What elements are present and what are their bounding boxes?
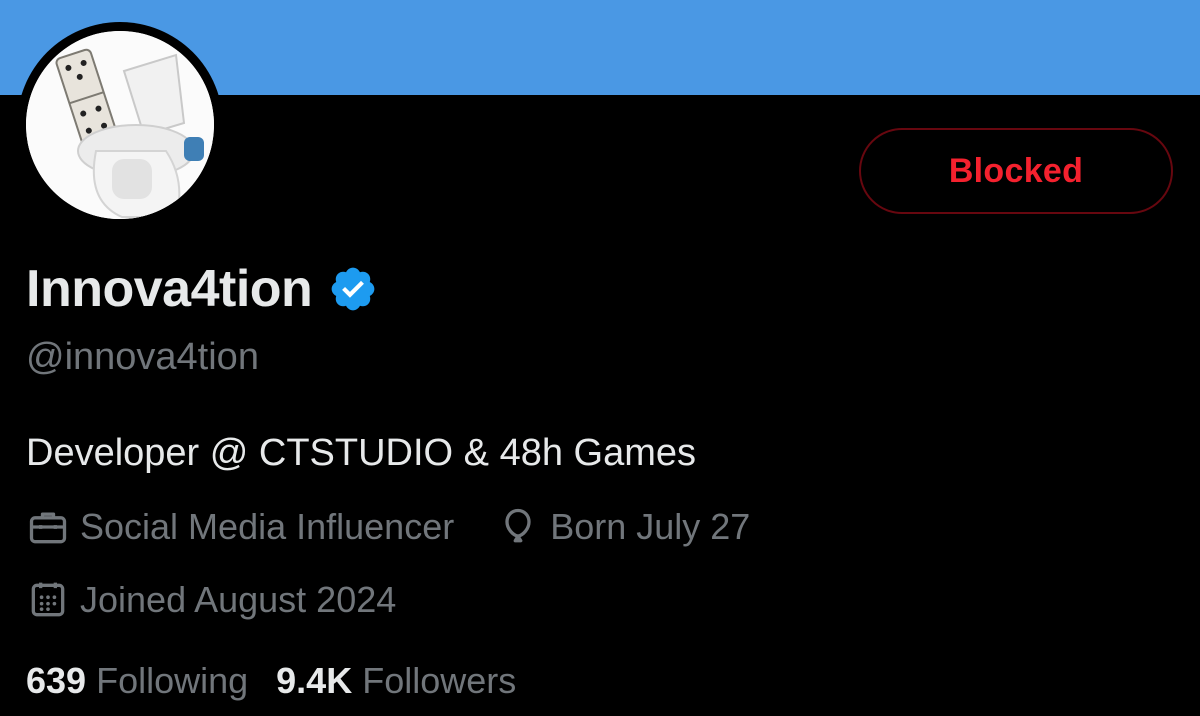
followers-count: 9.4K (276, 660, 353, 701)
joined-row: Joined August 2024 (26, 578, 396, 622)
followers-link[interactable]: 9.4K Followers (276, 660, 516, 702)
avatar-image (26, 31, 214, 219)
birthday-item: Born July 27 (496, 505, 750, 549)
avatar[interactable] (17, 22, 223, 228)
display-name: Innova4tion (26, 260, 313, 318)
following-count: 639 (26, 660, 87, 701)
calendar-icon (26, 578, 70, 622)
following-link[interactable]: 639 Following (26, 660, 248, 702)
display-name-row: Innova4tion (26, 254, 378, 324)
joined-text: Joined August 2024 (80, 579, 397, 620)
following-label: Following (96, 660, 249, 701)
follow-stats: 639 Following 9.4K Followers (26, 660, 516, 702)
briefcase-icon (26, 505, 70, 549)
category-text: Social Media Influencer (80, 506, 455, 547)
joined-item: Joined August 2024 (26, 578, 396, 622)
blocked-button-label: Blocked (948, 151, 1084, 190)
followers-label: Followers (362, 660, 517, 701)
username-handle: @innova4tion (26, 336, 259, 378)
blocked-button[interactable]: Blocked (859, 128, 1173, 214)
category-item: Social Media Influencer (26, 505, 454, 549)
balloon-icon (496, 505, 540, 549)
bio-text: Developer @ CTSTUDIO & 48h Games (26, 432, 697, 474)
verified-badge-icon[interactable] (328, 264, 378, 314)
profile-meta-row: Social Media Influencer Born July 27 (26, 505, 750, 549)
birthday-text: Born July 27 (550, 506, 751, 547)
